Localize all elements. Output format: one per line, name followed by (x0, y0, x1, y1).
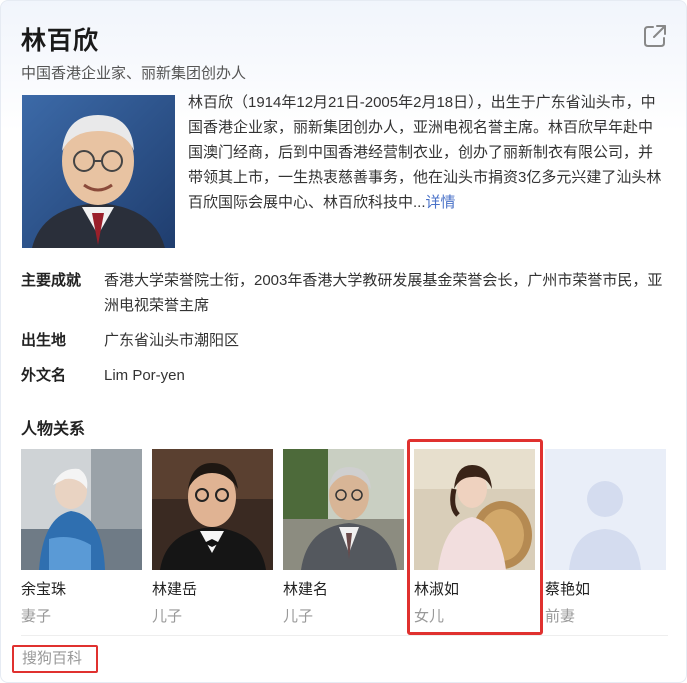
page-subtitle: 中国香港企业家、丽新集团创办人 (21, 65, 247, 82)
person-role: 女儿 (414, 608, 445, 625)
person-role: 儿子 (152, 608, 183, 625)
person-card[interactable]: 林建岳 儿子 (152, 449, 273, 626)
person-role: 儿子 (283, 608, 314, 625)
fact-value: Lim Por-yen (104, 367, 185, 384)
relations-heading: 人物关系 (21, 421, 86, 438)
fact-label: 外文名 (21, 367, 67, 384)
person-name: 余宝珠 (21, 581, 67, 598)
fact-row-foreign-name: 外文名 Lim Por-yen (21, 363, 671, 388)
person-card[interactable]: 蔡艳如 前妻 (545, 449, 666, 626)
person-card[interactable]: 余宝珠 妻子 (21, 449, 142, 626)
person-photo[interactable] (414, 449, 535, 570)
person-placeholder-icon (545, 449, 666, 570)
more-link[interactable]: 详情 (426, 194, 456, 211)
person-name: 林建名 (283, 581, 329, 598)
person-name: 林建岳 (152, 581, 198, 598)
share-external-icon[interactable] (642, 23, 668, 49)
person-card[interactable]: 林建名 儿子 (283, 449, 404, 626)
person-name: 林淑如 (414, 581, 460, 598)
person-role: 妻子 (21, 608, 52, 625)
facts-list: 主要成就 香港大学荣誉院士衔，2003年香港大学教研发展基金荣誉会长，广州市荣誉… (21, 268, 671, 398)
divider (21, 635, 668, 636)
person-photo[interactable] (283, 449, 404, 570)
person-role: 前妻 (545, 608, 576, 625)
relations-list: 余宝珠 妻子 林建岳 儿子 林建名 儿子 林淑如 女儿 蔡艳如 前妻 (21, 449, 671, 629)
fact-row-birthplace: 出生地 广东省汕头市潮阳区 (21, 328, 671, 353)
page-title: 林百欣 (21, 27, 100, 55)
person-name: 蔡艳如 (545, 581, 591, 598)
fact-label: 出生地 (21, 332, 67, 349)
person-photo[interactable] (545, 449, 666, 570)
fact-row-achievements: 主要成就 香港大学荣誉院士衔，2003年香港大学教研发展基金荣誉会长，广州市荣誉… (21, 268, 671, 318)
summary-text: 林百欣（1914年12月21日-2005年2月18日），出生于广东省汕头市，中国… (188, 90, 666, 215)
fact-label: 主要成就 (21, 272, 82, 289)
encyclopedia-card: 林百欣 中国香港企业家、丽新集团创办人 林百欣（1914年12月21日-2005… (0, 0, 687, 683)
person-photo[interactable] (21, 449, 142, 570)
source-link[interactable]: 搜狗百科 (12, 645, 98, 673)
person-card[interactable]: 林淑如 女儿 (414, 449, 535, 626)
person-photo[interactable] (152, 449, 273, 570)
portrait-image[interactable] (22, 95, 175, 248)
fact-value: 广东省汕头市潮阳区 (104, 332, 240, 349)
fact-value: 香港大学荣誉院士衔，2003年香港大学教研发展基金荣誉会长，广州市荣誉市民，亚洲… (104, 272, 663, 314)
